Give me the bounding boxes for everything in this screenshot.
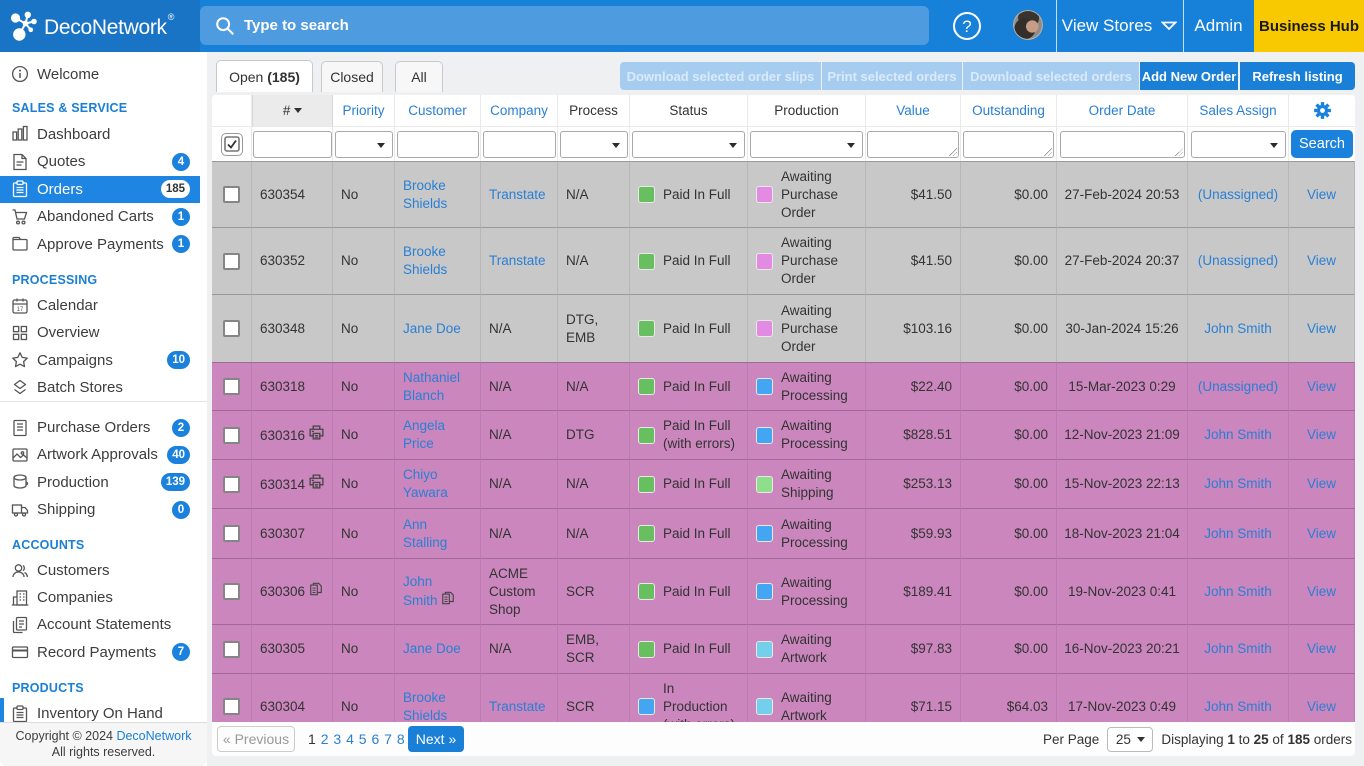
svg-text:?: ? <box>962 17 971 36</box>
svg-text:17: 17 <box>17 307 24 313</box>
